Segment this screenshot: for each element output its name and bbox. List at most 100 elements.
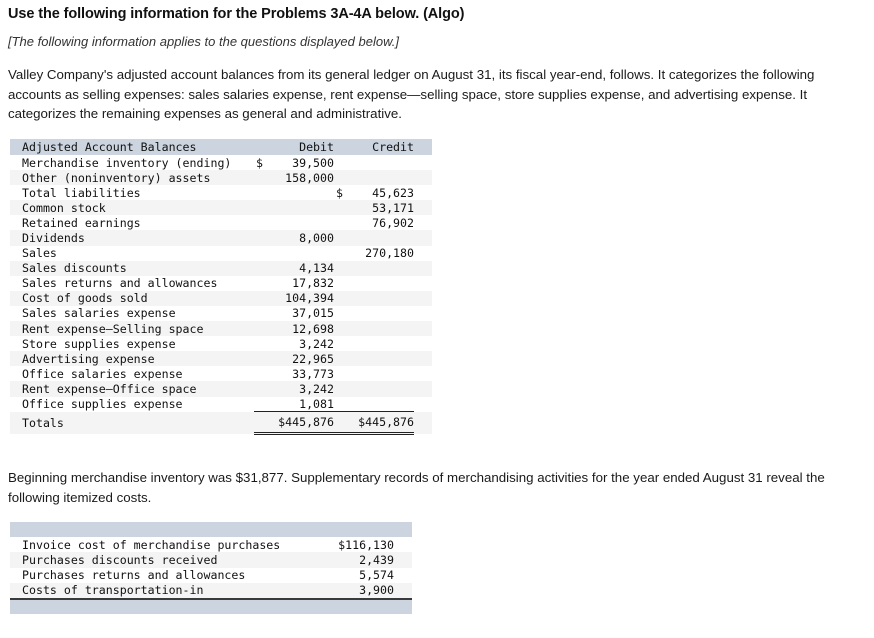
account-label: Sales (22, 246, 57, 261)
debit-currency-symbol (254, 170, 268, 185)
credit-amount: 270,180 (365, 246, 414, 261)
account-label: Common stock (22, 200, 106, 215)
debit-currency-symbol (254, 351, 268, 366)
problem-page: Use the following information for the Pr… (0, 0, 874, 638)
credit-currency-symbol: $ (336, 185, 343, 200)
debit-currency-symbol: $ (256, 155, 263, 170)
credit-currency-symbol (334, 381, 348, 396)
debit-amount: 8,000 (299, 231, 334, 246)
account-label: Office supplies expense (22, 397, 183, 412)
debit-currency-symbol (254, 336, 268, 351)
credit-amount (348, 321, 414, 336)
table-row: Retained earnings 76,902 (10, 215, 432, 231)
costs-header-right-pad (396, 522, 412, 537)
credit-currency-symbol (334, 351, 348, 366)
credit-amount: 53,171 (372, 200, 414, 215)
credit-currency-symbol (334, 170, 348, 185)
cost-item-label: Invoice cost of merchandise purchases (22, 537, 281, 552)
totals-label: Totals (10, 411, 254, 434)
table-row: Cost of goods sold 104,394 (10, 290, 432, 306)
debit-currency-symbol (254, 276, 268, 291)
row-right-pad (414, 215, 432, 230)
row-right-pad (414, 155, 432, 170)
debit-currency-symbol (254, 366, 268, 381)
credit-amount (348, 396, 414, 413)
cost-row-right-pad (396, 552, 412, 567)
account-label: Advertising expense (22, 351, 155, 366)
credit-currency-symbol (334, 306, 348, 321)
debit-amount: 3,242 (299, 336, 334, 351)
credit-currency-symbol (334, 200, 348, 215)
credit-currency-symbol (334, 276, 348, 291)
debit-currency-symbol (254, 291, 268, 306)
debit-currency-symbol (254, 321, 268, 336)
debit-amount (268, 215, 334, 230)
table-row: Office supplies expense 1,081 (10, 396, 432, 413)
totals-credit-spacer (334, 411, 348, 436)
credit-amount (348, 381, 414, 396)
column-header-debit: Debit (268, 139, 334, 155)
costs-footer-pad (396, 597, 412, 614)
costs-footer-label (10, 597, 310, 614)
credit-currency-symbol (334, 230, 348, 245)
cost-item-label: Purchases returns and allowances (22, 568, 246, 583)
row-right-pad (414, 351, 432, 366)
second-paragraph: Beginning merchandise inventory was $31,… (8, 470, 825, 505)
cost-item-value: 5,574 (359, 568, 394, 583)
debit-amount: 37,015 (292, 306, 334, 321)
cost-item-value: 2,439 (359, 553, 394, 568)
debit-currency-symbol (254, 246, 268, 261)
table-row: Office salaries expense 33,773 (10, 366, 432, 382)
credit-currency-symbol (334, 366, 348, 381)
cost-row-right-pad (396, 568, 412, 583)
costs-table-body: Invoice cost of merchandise purchases $11… (10, 537, 412, 599)
row-right-pad (414, 366, 432, 381)
totals-credit-amount: $445,876 (348, 411, 414, 436)
account-label: Store supplies expense (22, 336, 176, 351)
credit-amount (348, 366, 414, 381)
table-row: Sales discounts 4,134 (10, 260, 432, 276)
costs-table-footer-row (10, 597, 412, 614)
costs-column-header-label (10, 522, 310, 537)
totals-row: Totals $445,876 $445,876 (10, 411, 432, 436)
page-title: Use the following information for the Pr… (8, 6, 465, 22)
debit-symbol-spacer (254, 139, 268, 155)
debit-amount: 22,965 (292, 351, 334, 366)
credit-amount (348, 170, 414, 185)
credit-currency-symbol (334, 291, 348, 306)
cost-row-right-pad (396, 537, 412, 552)
credit-amount (348, 291, 414, 306)
cost-item-value: 3,900 (359, 583, 394, 598)
cost-item-label: Purchases discounts received (22, 553, 218, 568)
cost-item-value: $116,130 (338, 537, 394, 552)
column-header-account: Adjusted Account Balances (10, 139, 254, 155)
credit-amount (348, 261, 414, 276)
row-right-pad (414, 381, 432, 396)
table-row: Merchandise inventory (ending) $39,500 (10, 155, 432, 171)
credit-currency-symbol (334, 336, 348, 351)
table-row: Common stock 53,171 (10, 200, 432, 216)
row-right-pad (414, 185, 432, 200)
costs-table-header-row (10, 522, 412, 537)
applies-to-note: [The following information applies to th… (8, 34, 399, 49)
row-right-pad (414, 170, 432, 185)
cost-item-label: Costs of transportation-in (22, 583, 204, 598)
credit-currency-symbol (334, 321, 348, 336)
credit-currency-symbol (334, 155, 348, 170)
debit-amount (268, 200, 334, 215)
row-right-pad (414, 276, 432, 291)
table-row: Sales returns and allowances 17,832 (10, 275, 432, 291)
account-label: Sales salaries expense (22, 306, 176, 321)
account-label: Other (noninventory) assets (22, 170, 211, 185)
row-right-pad (414, 230, 432, 245)
debit-amount: 39,500 (292, 155, 334, 170)
debit-amount: 33,773 (292, 366, 334, 381)
row-right-pad (414, 246, 432, 261)
totals-debit-spacer (254, 411, 268, 436)
row-right-pad (414, 336, 432, 351)
costs-table-row: Costs of transportation-in 3,900 (10, 583, 412, 599)
debit-amount: 104,394 (285, 291, 334, 306)
account-label: Sales discounts (22, 261, 127, 276)
account-label: Dividends (22, 231, 85, 246)
row-right-pad (414, 200, 432, 215)
